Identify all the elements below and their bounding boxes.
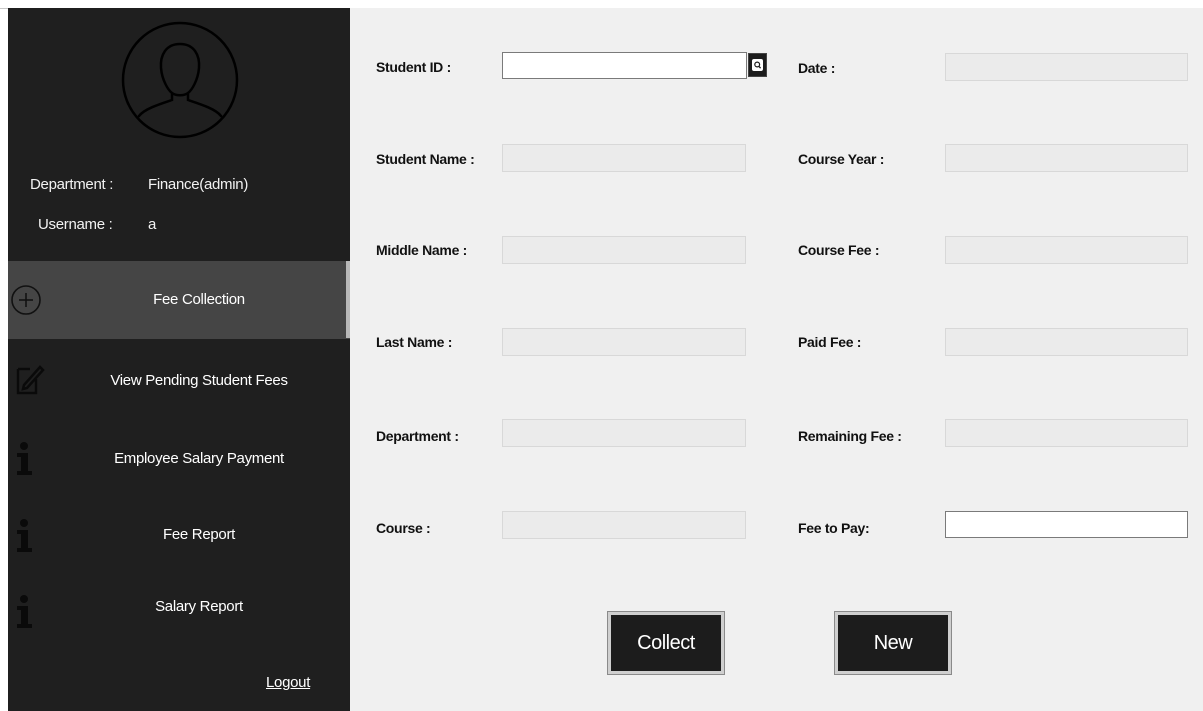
username-value: a [148,216,157,233]
edit-icon [16,365,45,395]
remaining-fee-field[interactable] [945,419,1188,447]
info-icon [17,519,32,552]
user-avatar-icon [121,21,239,139]
department-field-label: Department : [376,428,459,444]
course-fee-field[interactable] [945,236,1188,264]
nav-label: View Pending Student Fees [110,372,288,389]
student-id-input[interactable] [502,52,747,79]
middle-name-label: Middle Name : [376,242,468,258]
info-icon [17,595,32,628]
search-student-button[interactable] [748,53,767,77]
course-year-field[interactable] [945,144,1188,172]
fee-collection-form: Student ID : Student Name : Middle Name … [350,8,1203,711]
last-name-label: Last Name : [376,334,453,350]
new-button[interactable]: New [834,611,952,675]
student-name-field[interactable] [502,144,746,172]
nav-label: Fee Collection [153,291,245,308]
student-name-label: Student Name : [376,151,475,167]
department-value: Finance(admin) [148,176,249,193]
course-year-label: Course Year : [798,151,885,167]
nav-item-fee-report[interactable]: Fee Report [8,495,350,573]
nav-item-fee-collection[interactable]: Fee Collection [8,261,350,339]
nav-label: Salary Report [155,598,243,615]
department-field[interactable] [502,419,746,447]
username-label: Username : [38,216,113,233]
info-icon [17,442,32,475]
search-icon [752,59,763,71]
paid-fee-label: Paid Fee : [798,334,862,350]
nav-item-salary-report[interactable]: Salary Report [8,573,350,651]
middle-name-field[interactable] [502,236,746,264]
course-fee-label: Course Fee : [798,242,880,258]
department-label: Department : [30,176,114,193]
student-id-label: Student ID : [376,59,451,75]
collect-button[interactable]: Collect [607,611,725,675]
plus-circle-icon [11,285,41,315]
course-field[interactable] [502,511,746,539]
paid-fee-field[interactable] [945,328,1188,356]
sidebar: Department : Finance(admin) Username : a… [8,8,350,711]
date-field[interactable] [945,53,1188,81]
course-label: Course : [376,520,431,536]
fee-to-pay-input[interactable] [945,511,1188,538]
logout-link[interactable]: Logout [266,674,310,691]
remaining-fee-label: Remaining Fee : [798,428,902,444]
last-name-field[interactable] [502,328,746,356]
fee-to-pay-label: Fee to Pay: [798,520,870,536]
nav-item-employee-salary-payment[interactable]: Employee Salary Payment [8,417,350,495]
nav-label: Employee Salary Payment [114,450,284,467]
nav-label: Fee Report [162,526,236,543]
nav-item-view-pending-student-fees[interactable]: View Pending Student Fees [8,339,350,417]
date-label: Date : [798,60,836,76]
